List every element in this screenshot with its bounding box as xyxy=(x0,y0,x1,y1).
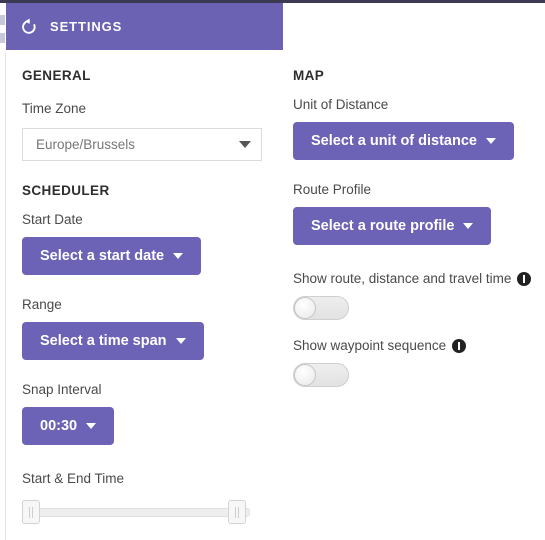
grip-line xyxy=(238,506,239,518)
chevron-down-icon xyxy=(463,223,474,229)
info-icon[interactable] xyxy=(517,271,532,286)
reset-rotate-icon[interactable] xyxy=(16,14,42,40)
label-route-profile: Route Profile xyxy=(293,182,372,197)
label-show-route: Show route, distance and travel time xyxy=(293,271,512,286)
select-start-date-button[interactable]: Select a start date xyxy=(22,237,202,275)
select-unit-of-distance-button[interactable]: Select a unit of distance xyxy=(293,122,514,160)
select-route-profile-button[interactable]: Select a route profile xyxy=(293,207,492,245)
scroll-nub-bottom xyxy=(0,33,5,43)
slider-handle-start[interactable] xyxy=(22,500,40,524)
show-waypoint-sequence-toggle[interactable] xyxy=(293,363,349,387)
left-settings-column: GENERAL Time Zone Europe/Brussels SCHEDU… xyxy=(22,50,272,524)
section-title-general: GENERAL xyxy=(22,68,91,83)
label-range: Range xyxy=(22,297,62,312)
time-zone-select[interactable]: Europe/Brussels xyxy=(22,128,262,161)
label-start-end-time: Start & End Time xyxy=(22,471,125,486)
section-title-scheduler: SCHEDULER xyxy=(22,183,110,198)
section-title-map: MAP xyxy=(293,68,325,83)
right-settings-column: MAP Unit of Distance Select a unit of di… xyxy=(293,50,533,387)
label-time-zone: Time Zone xyxy=(22,101,87,116)
time-zone-value: Europe/Brussels xyxy=(36,137,136,152)
show-route-toggle[interactable] xyxy=(293,296,349,320)
label-start-date: Start Date xyxy=(22,212,83,227)
slider-track xyxy=(22,508,250,517)
toggle-knob xyxy=(294,297,316,319)
scroll-track-line xyxy=(5,53,6,540)
snap-interval-value: 00:30 xyxy=(40,418,78,434)
toggle-knob xyxy=(294,364,316,386)
chevron-down-icon xyxy=(486,138,496,144)
settings-header-bar: SETTINGS xyxy=(6,3,283,50)
page-title: SETTINGS xyxy=(50,19,123,34)
snap-interval-button[interactable]: 00:30 xyxy=(22,407,115,445)
chevron-down-icon xyxy=(86,423,97,429)
start-end-time-range-slider[interactable] xyxy=(22,500,250,524)
select-time-span-label: Select a time span xyxy=(40,333,167,349)
select-time-span-button[interactable]: Select a time span xyxy=(22,322,204,360)
chevron-down-icon xyxy=(173,253,184,259)
slider-handle-end[interactable] xyxy=(228,500,246,524)
grip-line xyxy=(32,506,33,518)
info-icon[interactable] xyxy=(452,338,467,353)
label-show-waypoint-sequence: Show waypoint sequence xyxy=(293,338,447,353)
chevron-down-icon xyxy=(239,141,251,148)
left-edge-scroll-strip[interactable] xyxy=(0,3,6,540)
select-start-date-label: Select a start date xyxy=(40,248,165,264)
scroll-nub-top xyxy=(0,15,5,25)
label-snap-interval: Snap Interval xyxy=(22,382,102,397)
show-waypoint-sequence-label-row: Show waypoint sequence xyxy=(293,338,533,353)
select-route-profile-label: Select a route profile xyxy=(311,218,455,234)
grip-line xyxy=(235,506,236,518)
label-unit-of-distance: Unit of Distance xyxy=(293,97,389,112)
chevron-down-icon xyxy=(175,338,186,344)
grip-line xyxy=(29,506,30,518)
select-unit-of-distance-label: Select a unit of distance xyxy=(311,133,477,149)
show-route-label-row: Show route, distance and travel time xyxy=(293,271,533,286)
